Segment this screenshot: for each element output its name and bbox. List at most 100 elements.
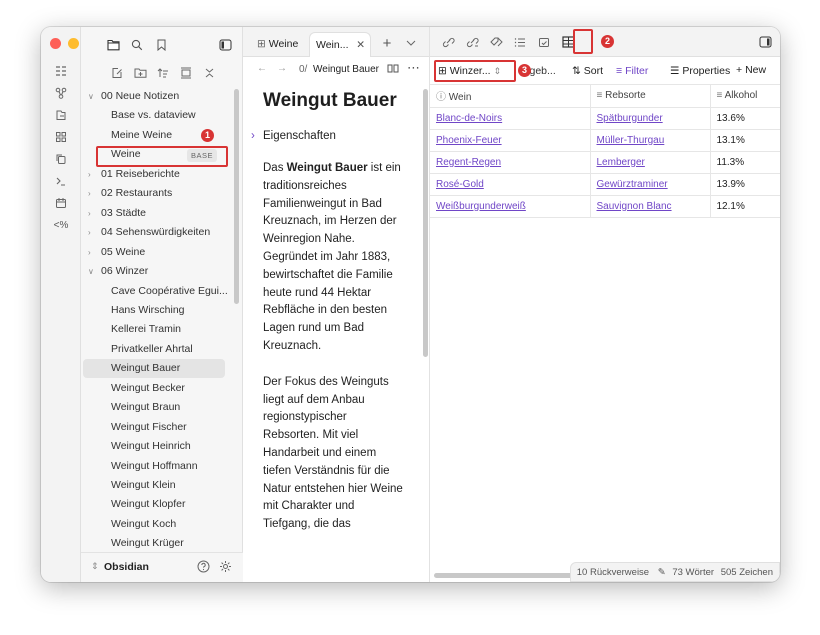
breadcrumb-title[interactable]: Weingut Bauer bbox=[313, 64, 379, 75]
table-cell[interactable]: 11.3% bbox=[710, 151, 780, 174]
expand-collapse-all-icon[interactable] bbox=[199, 63, 219, 83]
code-percent-icon[interactable]: <% bbox=[50, 216, 72, 234]
tree-file[interactable]: Weingut Bauer bbox=[83, 359, 225, 379]
wine-link[interactable]: Blanc-de-Noirs bbox=[436, 113, 502, 124]
reading-mode-icon[interactable] bbox=[387, 63, 399, 77]
new-tab-plus-icon[interactable]: + bbox=[377, 33, 397, 53]
table-cell[interactable]: Müller-Thurgau bbox=[590, 129, 711, 152]
sidebar-toggle-icon[interactable] bbox=[215, 35, 235, 55]
wine-link[interactable]: Rosé-Gold bbox=[436, 179, 484, 190]
chevron-right-icon[interactable]: › bbox=[88, 165, 91, 184]
help-icon[interactable] bbox=[197, 560, 210, 576]
grape-link[interactable]: Sauvignon Blanc bbox=[597, 201, 672, 212]
tab-weine[interactable]: ⊞ Weine bbox=[251, 32, 304, 57]
calendar-icon[interactable] bbox=[50, 194, 72, 212]
chevron-right-icon[interactable]: › bbox=[88, 223, 91, 242]
folder-open-icon[interactable] bbox=[50, 106, 72, 124]
settings-gear-icon[interactable] bbox=[219, 560, 232, 576]
copy-icon[interactable] bbox=[50, 150, 72, 168]
table-cell[interactable]: Rosé-Gold bbox=[430, 173, 591, 196]
table-horizontal-scrollbar[interactable] bbox=[434, 573, 574, 578]
wine-link[interactable]: Phoenix-Feuer bbox=[436, 135, 502, 146]
table-cell[interactable]: 13.6% bbox=[710, 107, 780, 130]
sort-icon[interactable] bbox=[153, 63, 173, 83]
chevron-right-icon[interactable]: › bbox=[88, 204, 91, 223]
folder-icon[interactable] bbox=[103, 35, 123, 55]
tree-folder[interactable]: ∨ 00 Neue Notizen bbox=[81, 87, 223, 106]
collapse-icon[interactable] bbox=[176, 63, 196, 83]
new-button[interactable]: + New bbox=[736, 64, 766, 76]
chevron-right-icon[interactable]: › bbox=[88, 184, 91, 203]
chevron-right-icon[interactable]: › bbox=[88, 243, 91, 262]
tree-file[interactable]: Weingut Krüger bbox=[81, 534, 223, 553]
list-icon[interactable] bbox=[510, 32, 530, 52]
tree-folder[interactable]: ∨ 06 Winzer bbox=[81, 262, 223, 281]
backlinks-count[interactable]: 10 Rückverweise bbox=[577, 567, 649, 578]
link-add-icon[interactable] bbox=[438, 32, 458, 52]
grape-link[interactable]: Müller-Thurgau bbox=[597, 135, 665, 146]
tree-file[interactable]: Weingut Klopfer bbox=[81, 495, 223, 514]
table-cell[interactable]: Regent-Regen bbox=[430, 151, 591, 174]
tree-file[interactable]: Weingut Fischer bbox=[81, 418, 223, 437]
tab-list-chevron-icon[interactable] bbox=[401, 33, 421, 53]
minimize-window-button[interactable] bbox=[68, 38, 79, 49]
properties-section[interactable]: › Eigenschaften bbox=[251, 130, 403, 142]
breadcrumb-folder[interactable]: 0/ bbox=[299, 64, 307, 75]
tree-file[interactable]: Weingut Heinrich bbox=[81, 437, 223, 456]
tree-folder[interactable]: › 05 Weine bbox=[81, 243, 223, 262]
close-window-button[interactable] bbox=[50, 38, 61, 49]
grid-icon[interactable] bbox=[50, 128, 72, 146]
wine-link[interactable]: Weißburgunderweiß bbox=[436, 201, 526, 212]
tree-file[interactable]: Privatkeller Ahrtal bbox=[81, 340, 223, 359]
terminal-icon[interactable] bbox=[50, 172, 72, 190]
note-scrollbar[interactable] bbox=[423, 89, 428, 357]
tree-file[interactable]: Kellerei Tramin bbox=[81, 320, 223, 339]
tree-file[interactable]: Weingut Klein bbox=[81, 476, 223, 495]
tree-file[interactable]: Weine BASE bbox=[81, 145, 223, 164]
tree-folder[interactable]: › 04 Sehenswürdigkeiten bbox=[81, 223, 223, 242]
tags-icon[interactable] bbox=[486, 32, 506, 52]
table-cell[interactable]: Spätburgunder bbox=[590, 107, 711, 130]
new-note-icon[interactable] bbox=[107, 63, 127, 83]
lines-icon[interactable] bbox=[50, 62, 72, 80]
table-cell[interactable]: Gewürztraminer bbox=[590, 173, 711, 196]
tree-folder[interactable]: › 02 Restaurants bbox=[81, 184, 223, 203]
filter-button[interactable]: ≡ Filter bbox=[616, 65, 648, 77]
table-cell[interactable]: Blanc-de-Noirs bbox=[430, 107, 591, 130]
link-out-icon[interactable] bbox=[462, 32, 482, 52]
grape-link[interactable]: Spätburgunder bbox=[597, 113, 663, 124]
table-cell[interactable]: 12.1% bbox=[710, 195, 780, 218]
sort-button[interactable]: ⇅ Sort bbox=[572, 65, 603, 77]
tree-file[interactable]: Weingut Koch bbox=[81, 515, 223, 534]
right-sidebar-toggle-icon[interactable] bbox=[755, 32, 775, 52]
tree-file[interactable]: Base vs. dataview bbox=[81, 106, 223, 125]
tree-file[interactable]: Cave Coopérative Egui... bbox=[81, 282, 228, 301]
sidebar-scrollbar[interactable] bbox=[234, 89, 239, 304]
back-arrow-icon[interactable]: ← bbox=[257, 63, 267, 74]
graph-icon[interactable] bbox=[50, 84, 72, 102]
new-folder-icon[interactable] bbox=[130, 63, 150, 83]
tree-folder[interactable]: › 03 Städte bbox=[81, 204, 223, 223]
calendar-check-icon[interactable] bbox=[534, 32, 554, 52]
column-header-rebsorte[interactable]: ≡ Rebsorte bbox=[590, 85, 711, 108]
properties-button[interactable]: ☰ Properties bbox=[670, 65, 730, 77]
tree-file[interactable]: Weingut Becker bbox=[81, 379, 223, 398]
table-cell[interactable]: 13.9% bbox=[710, 173, 780, 196]
table-cell[interactable]: Sauvignon Blanc bbox=[590, 195, 711, 218]
pencil-icon[interactable]: ✎ bbox=[658, 567, 666, 578]
table-cell[interactable]: Lemberger bbox=[590, 151, 711, 174]
vault-switcher[interactable]: ⇕ Obsidian bbox=[81, 552, 243, 582]
tree-folder[interactable]: › 01 Reiseberichte bbox=[81, 165, 223, 184]
chevron-right-icon[interactable]: › bbox=[251, 130, 255, 142]
close-tab-icon[interactable]: ✕ bbox=[356, 33, 365, 58]
chevron-down-icon[interactable]: ∨ bbox=[88, 262, 94, 281]
tab-weingut-bauer[interactable]: Wein... ✕ bbox=[309, 32, 371, 57]
search-icon[interactable] bbox=[127, 35, 147, 55]
more-options-icon[interactable]: ⋯ bbox=[407, 60, 420, 76]
chevron-down-icon[interactable]: ∨ bbox=[88, 87, 94, 106]
grape-link[interactable]: Gewürztraminer bbox=[597, 179, 668, 190]
column-header-alkohol[interactable]: ≡ Alkohol bbox=[710, 85, 780, 108]
forward-arrow-icon[interactable]: → bbox=[277, 63, 287, 74]
table-cell[interactable]: Weißburgunderweiß bbox=[430, 195, 591, 218]
tree-file[interactable]: Weingut Hoffmann bbox=[81, 457, 223, 476]
